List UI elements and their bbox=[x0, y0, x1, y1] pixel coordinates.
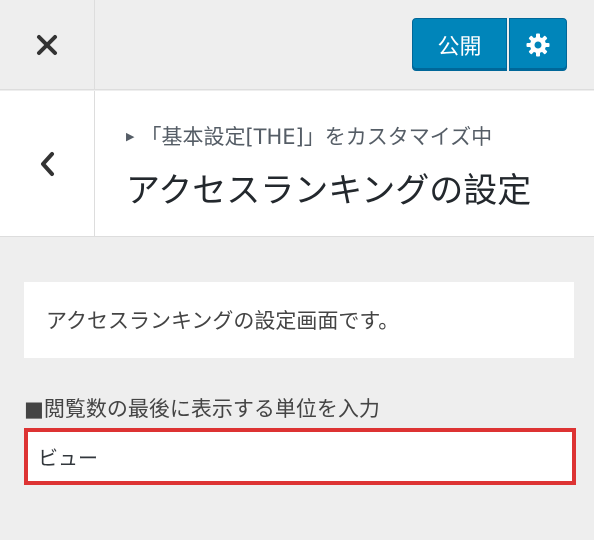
section-description: アクセスランキングの設定画面です。 bbox=[24, 282, 574, 358]
field-label: ■閲覧数の最後に表示する単位を入力 bbox=[24, 397, 380, 421]
section-title: アクセスランキングの設定 bbox=[126, 171, 532, 211]
chevron-left-icon bbox=[41, 151, 54, 176]
breadcrumb: ▶ 「基本設定[THE]」をカスタマイズ中 bbox=[126, 121, 492, 151]
publish-group: 公開 bbox=[412, 18, 567, 71]
unit-input[interactable] bbox=[24, 428, 576, 485]
close-icon bbox=[37, 35, 57, 55]
publish-button[interactable]: 公開 bbox=[412, 18, 507, 71]
caret-right-icon: ▶ bbox=[126, 129, 135, 143]
publish-settings-button[interactable] bbox=[509, 18, 567, 71]
gear-icon bbox=[526, 33, 550, 56]
back-button[interactable] bbox=[0, 91, 95, 236]
customizer-header: 公開 bbox=[0, 0, 594, 90]
breadcrumb-text: 「基本設定[THE]」をカスタマイズ中 bbox=[140, 125, 493, 149]
close-button[interactable] bbox=[0, 0, 95, 90]
section-header: ▶ 「基本設定[THE]」をカスタマイズ中 アクセスランキングの設定 bbox=[0, 91, 594, 237]
